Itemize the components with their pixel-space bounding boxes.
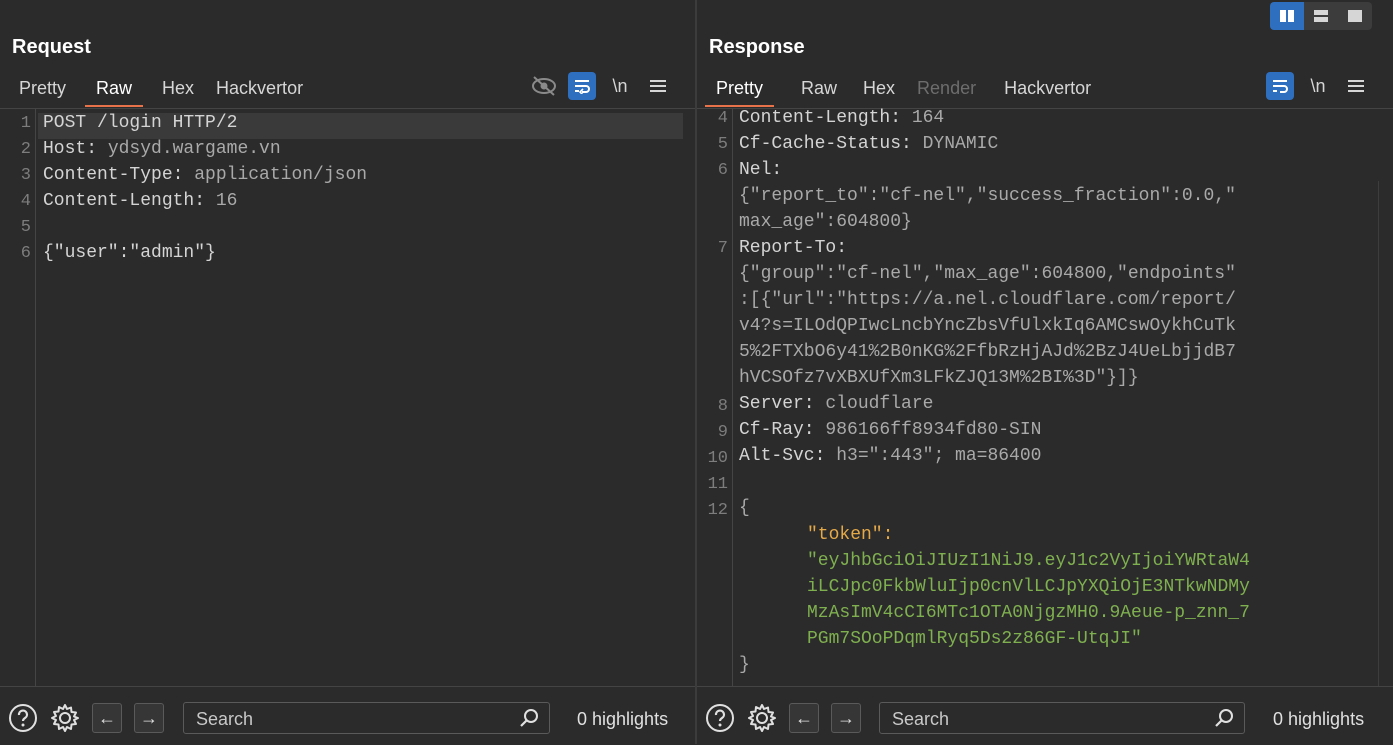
response-gutter: 4 5 6 7 8 9 10 11 12: [697, 109, 733, 687]
request-tab-raw[interactable]: Raw: [85, 76, 144, 107]
response-line: 5%2FTXbO6y41%2B0nKG%2FfbRzHjAJd%2BzJ4UeL…: [739, 342, 1236, 362]
back-arrow-icon[interactable]: ←: [92, 703, 122, 733]
line-number: 1: [20, 114, 31, 133]
request-toolbar: \n: [530, 72, 672, 100]
line-number: 3: [20, 166, 31, 185]
request-title: Request: [12, 36, 91, 58]
response-tab-raw[interactable]: Raw: [790, 76, 848, 104]
request-line-6: {"user":"admin"}: [43, 243, 216, 263]
response-pane: Response Pretty Raw Hex Render Hackverto…: [697, 0, 1393, 745]
response-line: Report-To:: [739, 238, 848, 258]
json-key-token: "token":: [807, 525, 894, 545]
line-number: 4: [20, 192, 31, 211]
response-tab-hex[interactable]: Hex: [852, 76, 906, 104]
response-search-box: [879, 702, 1245, 734]
response-toolbar: \n: [1266, 72, 1370, 100]
response-line: hVCSOfz7vXBXUfXm3LFkZJQ13M%2BI%3D"}]}: [739, 368, 1139, 388]
single-pane-icon[interactable]: [1338, 2, 1372, 30]
line-number: 9: [717, 423, 728, 442]
help-icon[interactable]: [705, 703, 735, 733]
request-line-2: Host: ydsyd.wargame.vn: [43, 139, 281, 159]
response-line: {"group":"cf-nel","max_age":604800,"endp…: [739, 264, 1236, 284]
json-closing-brace: }: [739, 655, 750, 675]
response-line: Nel:: [739, 160, 783, 180]
response-line: Content-Length: 164: [739, 108, 945, 128]
settings-gear-icon[interactable]: [747, 703, 777, 733]
response-line: v4?s=ILOdQPIwcLncbYncZbsVfUlxkIq6AMCswOy…: [739, 316, 1236, 336]
line-number: 6: [20, 244, 31, 263]
request-line-4: Content-Length: 16: [43, 191, 238, 211]
response-tab-hackvertor[interactable]: Hackvertor: [993, 76, 1102, 104]
response-tab-render: Render: [917, 78, 977, 98]
request-tabs: Pretty Raw Hex Hackvertor: [8, 76, 314, 107]
json-token-value: PGm7SOoPDqmlRyq5Ds2z86GF-UtqJI": [807, 629, 1142, 649]
split-vertical-icon[interactable]: [1270, 2, 1304, 30]
search-icon[interactable]: [519, 708, 539, 728]
response-line: Alt-Svc: h3=":443"; ma=86400: [739, 446, 1042, 466]
response-tabs: Pretty Raw Hex Render Hackvertor: [705, 76, 1102, 107]
line-number: 4: [717, 109, 728, 128]
settings-gear-icon[interactable]: [50, 703, 80, 733]
json-token-value: iLCJpc0FkbWluIjp0cnVlLCJpYXQiOjE3NTkwNDM…: [807, 577, 1250, 597]
newline-icon[interactable]: \n: [606, 72, 634, 100]
line-number: 12: [707, 501, 728, 520]
wrap-icon[interactable]: [568, 72, 596, 100]
request-line-1: POST /login HTTP/2: [43, 113, 238, 133]
response-line: :[{"url":"https://a.nel.cloudflare.com/r…: [739, 290, 1236, 310]
line-number: 8: [717, 397, 728, 416]
request-highlights-count: 0 highlights: [577, 709, 669, 729]
request-tab-hex[interactable]: Hex: [151, 76, 205, 104]
help-icon[interactable]: [8, 703, 38, 733]
response-line: Cf-Ray: 986166ff8934fd80-SIN: [739, 420, 1042, 440]
response-title: Response: [709, 36, 805, 58]
response-search-input[interactable]: [890, 707, 1194, 731]
json-token-value: MzAsImV4cCI6MTc1OTA0NjgzMH0.9Aeue-p_znn_…: [807, 603, 1250, 623]
response-highlights-count: 0 highlights: [1273, 709, 1365, 729]
response-line: Server: cloudflare: [739, 394, 934, 414]
menu-icon[interactable]: [1342, 72, 1370, 100]
eye-off-icon[interactable]: [530, 72, 558, 100]
response-editor[interactable]: 4 5 6 7 8 9 10 11 12 Content-Length: 164…: [697, 108, 1393, 687]
request-tab-pretty[interactable]: Pretty: [8, 76, 77, 104]
json-token-value: "eyJhbGciOiJIUzI1NiJ9.eyJ1c2VyIjoiYWRtaW…: [807, 551, 1250, 571]
search-icon[interactable]: [1214, 708, 1234, 728]
response-line: {: [739, 498, 750, 518]
line-number: 10: [707, 449, 728, 468]
response-line: {"report_to":"cf-nel","success_fraction"…: [739, 186, 1236, 206]
response-line: max_age":604800}: [739, 212, 912, 232]
request-pane: Request Pretty Raw Hex Hackvertor \n 1 2…: [0, 0, 695, 745]
menu-icon[interactable]: [644, 72, 672, 100]
forward-arrow-icon[interactable]: →: [831, 703, 861, 733]
line-number: 2: [20, 140, 31, 159]
line-number: 7: [717, 239, 728, 258]
response-line: Cf-Cache-Status: DYNAMIC: [739, 134, 999, 154]
forward-arrow-icon[interactable]: →: [134, 703, 164, 733]
request-editor[interactable]: 1 2 3 4 5 6 POST /login HTTP/2 Host: yds…: [0, 108, 695, 687]
wrap-icon[interactable]: [1266, 72, 1294, 100]
request-tab-hackvertor[interactable]: Hackvertor: [205, 76, 314, 104]
line-number: 6: [717, 161, 728, 180]
split-horizontal-icon[interactable]: [1304, 2, 1338, 30]
back-arrow-icon[interactable]: ←: [789, 703, 819, 733]
line-number: 5: [20, 218, 31, 237]
line-number: 5: [717, 135, 728, 154]
newline-icon[interactable]: \n: [1304, 72, 1332, 100]
request-search-input[interactable]: [194, 707, 498, 731]
request-line-3: Content-Type: application/json: [43, 165, 368, 185]
line-number: 11: [707, 475, 728, 494]
request-footer: ← → 0 highlights: [0, 686, 695, 745]
layout-switcher: [1270, 2, 1378, 30]
request-gutter: 1 2 3 4 5 6: [0, 109, 36, 687]
response-tab-pretty[interactable]: Pretty: [705, 76, 775, 107]
response-scrollbar[interactable]: [1378, 181, 1393, 687]
response-footer: ← → 0 highlights: [697, 686, 1393, 745]
request-search-box: [183, 702, 550, 734]
